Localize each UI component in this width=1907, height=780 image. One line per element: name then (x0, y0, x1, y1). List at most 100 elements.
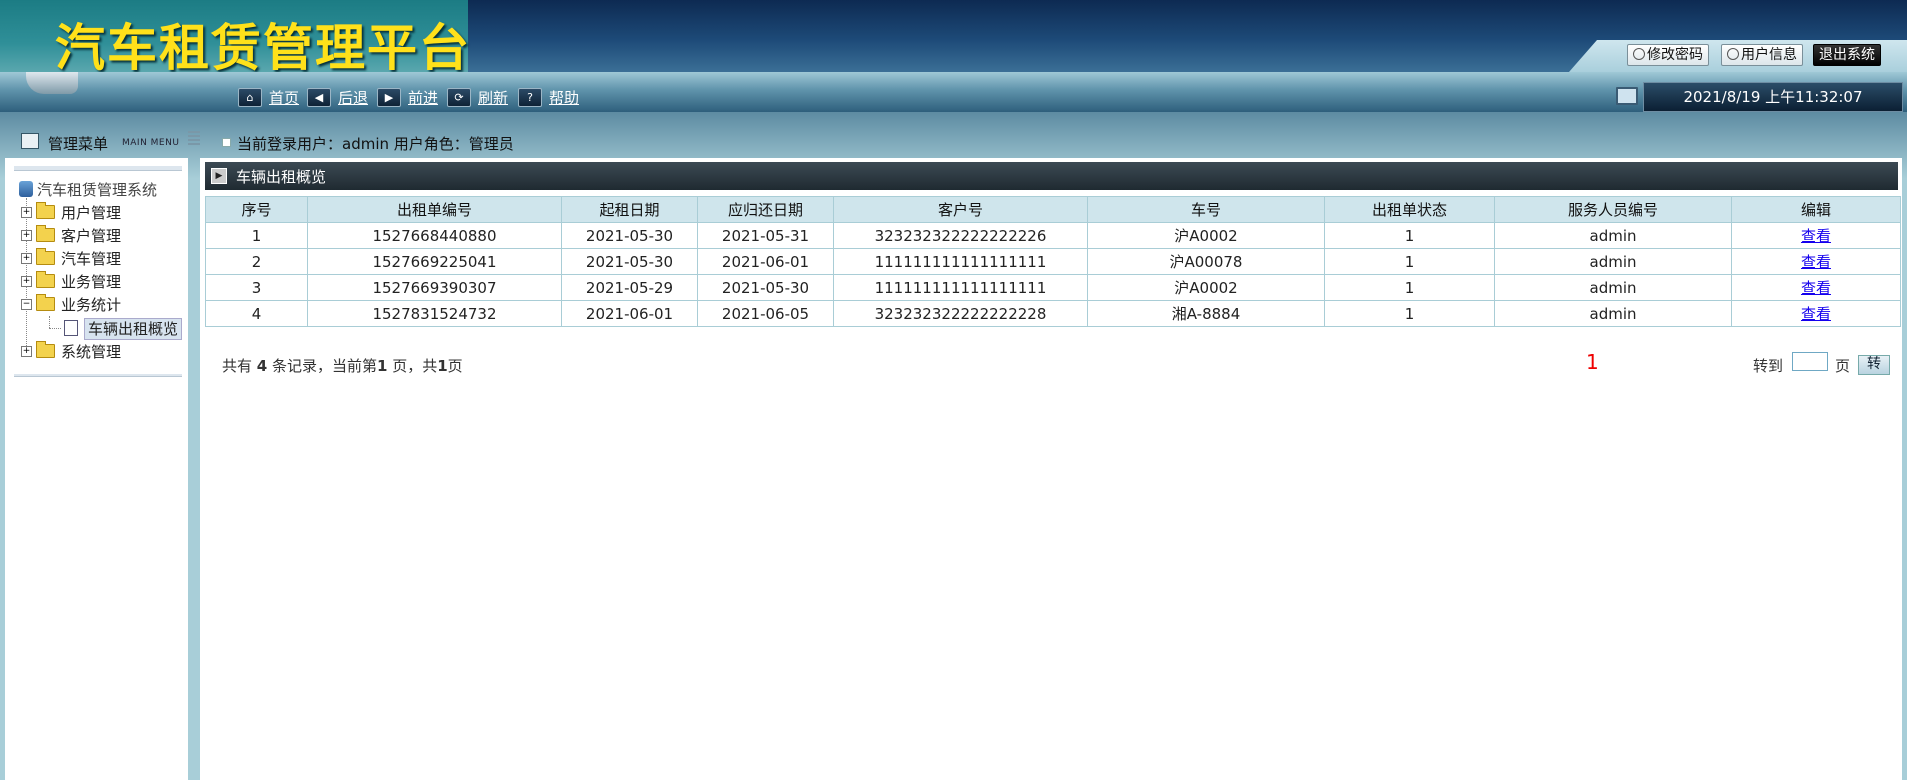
table-row: 4 1527831524732 2021-06-01 2021-06-05 32… (205, 300, 1901, 327)
table-cell: admin (1494, 300, 1732, 327)
sidebar-item-rental-overview[interactable]: 车辆出租概览 (64, 317, 178, 339)
refresh-icon: ⟳ (447, 87, 471, 107)
user-info-button[interactable]: 用户信息 (1721, 44, 1803, 66)
table-cell: 1 (1324, 248, 1495, 275)
sidebar-toggle-grip[interactable] (188, 131, 200, 145)
menu-icon (21, 133, 39, 149)
monitor-icon (26, 72, 78, 94)
arrow-left-icon: ◀ (307, 87, 331, 107)
rental-table: 序号 出租单编号 起租日期 应归还日期 客户号 车号 出租单状态 服务人员编号 … (205, 196, 1901, 327)
current-user-info: 当前登录用户：admin 用户角色：管理员 (222, 133, 514, 154)
datetime-display: 2021/8/19 上午11:32:07 (1643, 82, 1903, 112)
col-header-car-no: 车号 (1087, 196, 1325, 223)
table-cell: 2021-06-05 (697, 300, 834, 327)
nav-forward[interactable]: ▶ 前进 (377, 87, 438, 107)
view-link[interactable]: 查看 (1801, 253, 1831, 271)
table-cell: 323232322222222226 (833, 222, 1088, 249)
current-page: 1 (377, 357, 388, 375)
table-row: 3 1527669390307 2021-05-29 2021-05-30 11… (205, 274, 1901, 301)
help-icon: ? (518, 87, 542, 107)
table-cell: 2021-05-30 (561, 222, 698, 249)
screen-icon (1616, 87, 1638, 105)
tree-root[interactable]: 汽车租赁管理系统 (19, 178, 157, 200)
table-cell: 1527669225041 (307, 248, 562, 275)
expand-icon[interactable]: + (21, 275, 32, 287)
table-cell: 2 (205, 248, 308, 275)
folder-icon (36, 248, 55, 265)
change-password-button[interactable]: 修改密码 (1627, 44, 1709, 66)
table-cell: 1 (1324, 300, 1495, 327)
table-cell: 323232322222222228 (833, 300, 1088, 327)
key-icon (1633, 48, 1645, 60)
arrow-right-icon: ▶ (377, 87, 401, 107)
nav-help[interactable]: ? 帮助 (518, 87, 579, 107)
nav-back-link[interactable]: 后退 (338, 87, 368, 108)
table-cell: 1527669390307 (307, 274, 562, 301)
expand-icon[interactable]: + (21, 345, 32, 357)
logout-button[interactable]: 退出系统 (1813, 44, 1881, 66)
nav-refresh[interactable]: ⟳ 刷新 (447, 87, 508, 107)
bullet-icon (222, 138, 231, 147)
goto-button[interactable]: 转 (1858, 355, 1890, 375)
sidebar-item-car-management[interactable]: + 汽车管理 (21, 247, 121, 269)
col-header-status: 出租单状态 (1324, 196, 1495, 223)
goto-label: 转到 (1753, 357, 1784, 375)
table-cell: 1 (205, 222, 308, 249)
goto-page-unit: 页 (1835, 357, 1851, 375)
table-cell: 2021-05-31 (697, 222, 834, 249)
table-row: 2 1527669225041 2021-05-30 2021-06-01 11… (205, 248, 1901, 275)
table-cell: admin (1494, 222, 1732, 249)
view-link[interactable]: 查看 (1801, 305, 1831, 323)
expand-icon[interactable]: + (21, 252, 32, 264)
col-header-staff-id: 服务人员编号 (1494, 196, 1732, 223)
expand-icon[interactable]: + (21, 229, 32, 241)
tree-bottom-divider (14, 374, 182, 377)
table-cell: 查看 (1731, 248, 1901, 275)
page-number-link[interactable]: 1 (1586, 350, 1599, 374)
col-header-start-date: 起租日期 (561, 196, 698, 223)
table-cell: 1 (1324, 274, 1495, 301)
table-cell: 2021-06-01 (561, 300, 698, 327)
table-row: 1 1527668440880 2021-05-30 2021-05-31 32… (205, 222, 1901, 249)
section-header: ▶ 车辆出租概览 (205, 162, 1898, 190)
col-header-return-date: 应归还日期 (697, 196, 834, 223)
col-header-order-no: 出租单编号 (307, 196, 562, 223)
expand-icon[interactable]: + (21, 206, 32, 218)
col-header-index: 序号 (205, 196, 308, 223)
nav-forward-link[interactable]: 前进 (408, 87, 438, 108)
sidebar-item-business-statistics[interactable]: − 业务统计 (21, 293, 121, 315)
nav-home-link[interactable]: 首页 (269, 87, 299, 108)
pager-summary: 共有 4 条记录，当前第1 页，共1页 (222, 357, 463, 375)
table-cell: 2021-06-01 (697, 248, 834, 275)
collapse-icon[interactable]: − (21, 298, 32, 310)
table-cell: 沪A0002 (1087, 222, 1325, 249)
view-link[interactable]: 查看 (1801, 279, 1831, 297)
folder-icon (36, 271, 55, 288)
menu-title-en: MAIN MENU (122, 138, 180, 148)
folder-icon (36, 202, 55, 219)
table-cell: 1527831524732 (307, 300, 562, 327)
sidebar-item-user-management[interactable]: + 用户管理 (21, 201, 121, 223)
sidebar-item-system-management[interactable]: + 系统管理 (21, 340, 121, 362)
nav-back[interactable]: ◀ 后退 (307, 87, 368, 107)
nav-help-link[interactable]: 帮助 (549, 87, 579, 108)
view-link[interactable]: 查看 (1801, 227, 1831, 245)
sidebar-item-business-management[interactable]: + 业务管理 (21, 270, 121, 292)
sidebar-item-customer-management[interactable]: + 客户管理 (21, 224, 121, 246)
nav-home[interactable]: ⌂ 首页 (238, 87, 299, 107)
table-cell: 湘A-8884 (1087, 300, 1325, 327)
play-icon: ▶ (211, 168, 227, 184)
table-cell: 2021-05-30 (561, 248, 698, 275)
table-cell: 4 (205, 300, 308, 327)
tree-connector (49, 328, 61, 329)
nav-refresh-link[interactable]: 刷新 (478, 87, 508, 108)
goto-page-input[interactable] (1792, 352, 1828, 371)
table-cell: 2021-05-29 (561, 274, 698, 301)
app-title: 汽车租赁管理平台 (55, 19, 471, 77)
menu-title: 管理菜单 (48, 135, 109, 153)
folder-icon (36, 341, 55, 358)
table-cell: admin (1494, 248, 1732, 275)
table-cell: 2021-05-30 (697, 274, 834, 301)
total-records: 4 (256, 357, 268, 375)
table-cell: 3 (205, 274, 308, 301)
